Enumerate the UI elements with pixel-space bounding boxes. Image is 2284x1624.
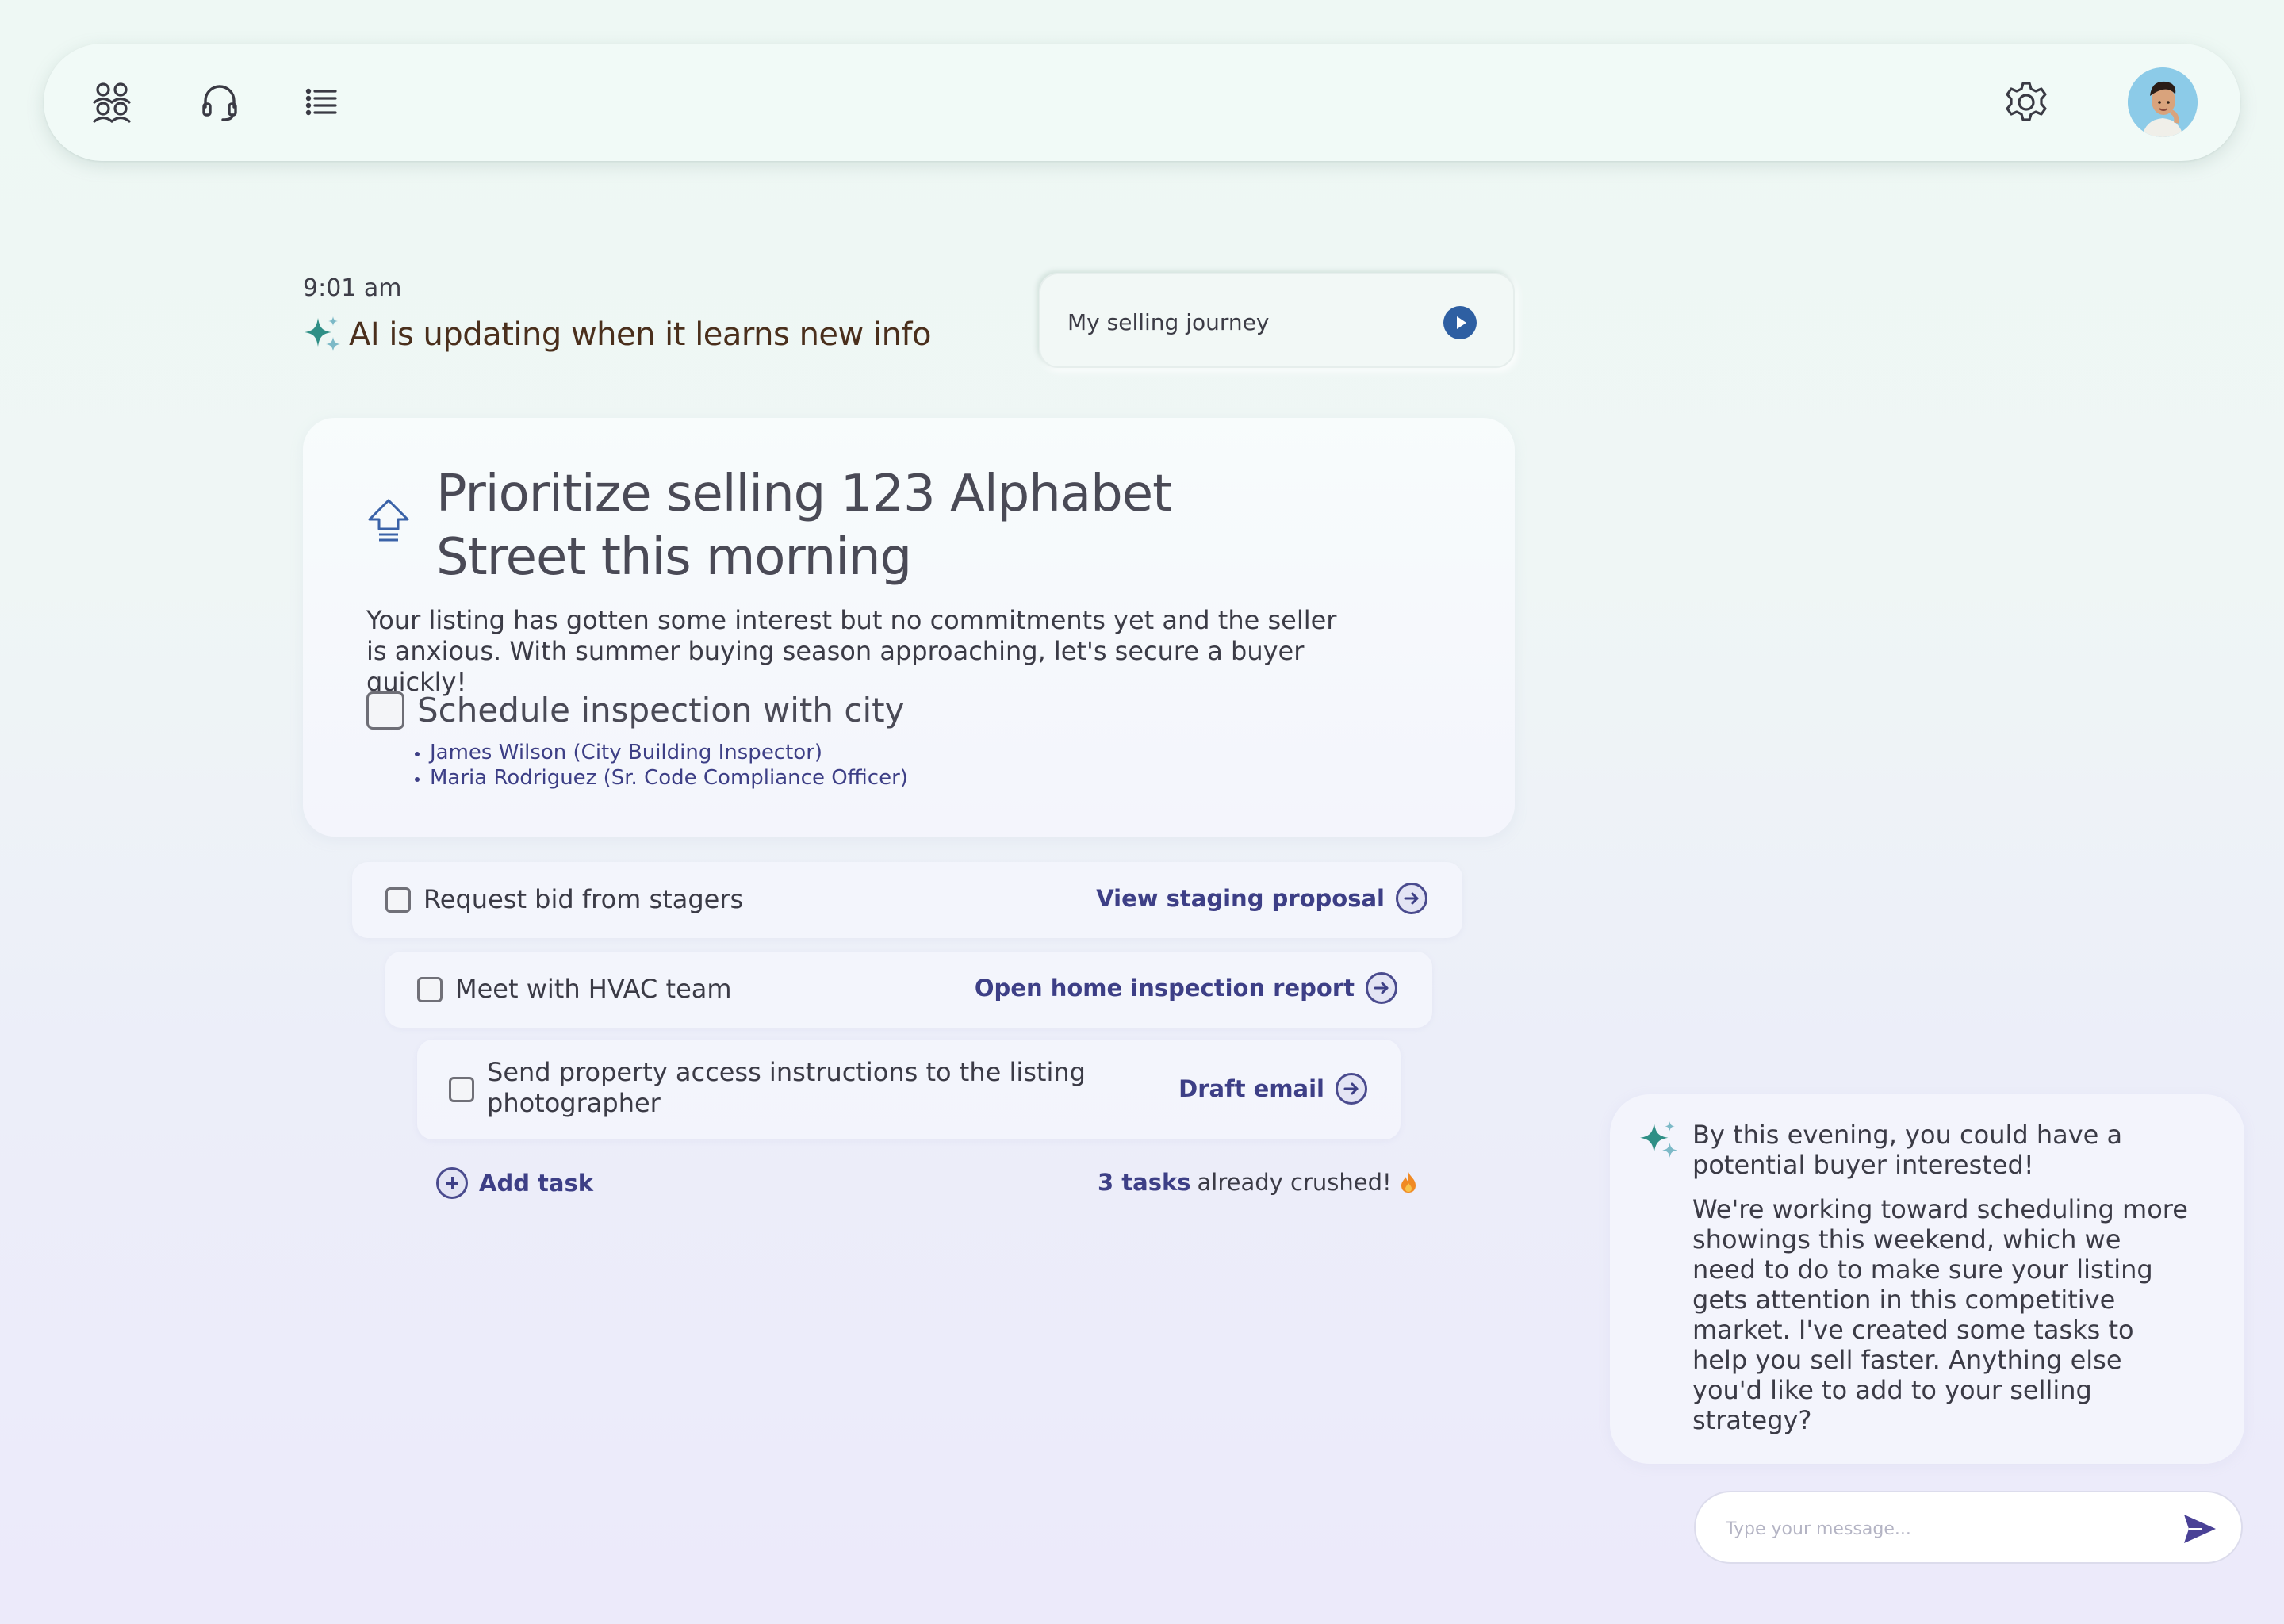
task-label: Request bid from stagers [423, 884, 744, 914]
draft-email-link[interactable]: Draft email [1178, 1073, 1367, 1105]
crushed-text: already crushed! [1197, 1169, 1392, 1196]
selling-journey-button[interactable]: My selling journey [1039, 273, 1515, 368]
selling-journey-label: My selling journey [1067, 309, 1270, 335]
sparkle-icon [1640, 1121, 1677, 1158]
add-task-button[interactable]: Add task [436, 1167, 593, 1199]
view-staging-proposal-link[interactable]: View staging proposal [1096, 883, 1428, 914]
priority-description: Your listing has gotten some interest bu… [366, 605, 1337, 697]
task-item: Meet with HVAC team Open home inspection… [385, 952, 1432, 1028]
avatar[interactable] [2128, 67, 2198, 137]
task-action-label: Draft email [1178, 1075, 1324, 1102]
task-checkbox[interactable] [385, 887, 411, 913]
contact-list: James Wilson (City Building Inspector) M… [406, 740, 908, 791]
people-icon[interactable] [88, 79, 136, 126]
task-checkbox[interactable] [449, 1077, 474, 1102]
assistant-body: We're working toward scheduling more sho… [1692, 1194, 2188, 1435]
play-icon[interactable] [1443, 306, 1477, 339]
priority-card: Prioritize selling 123 Alphabet Street t… [303, 418, 1515, 837]
task-label: Meet with HVAC team [455, 974, 732, 1004]
task-action-label: View staging proposal [1096, 885, 1385, 912]
ai-status: AI is updating when it learns new info [303, 314, 932, 355]
assistant-message: By this evening, you could have a potent… [1610, 1094, 2244, 1464]
message-composer [1694, 1491, 2243, 1564]
task-item: Request bid from stagers View staging pr… [352, 862, 1462, 938]
message-input[interactable] [1724, 1511, 2168, 1546]
task-checkbox[interactable] [417, 977, 443, 1002]
task-item: Send property access instructions to the… [417, 1040, 1401, 1139]
plus-icon [436, 1167, 468, 1199]
priority-title: Prioritize selling 123 Alphabet Street t… [436, 465, 1172, 587]
contact-item[interactable]: James Wilson (City Building Inspector) [430, 740, 908, 765]
headset-icon[interactable] [196, 79, 243, 126]
top-nav-bar [44, 44, 2240, 161]
gear-icon[interactable] [2002, 79, 2050, 126]
task-action-label: Open home inspection report [974, 975, 1355, 1002]
task-label: Send property access instructions to the… [487, 1057, 1086, 1118]
arrow-right-icon [1396, 883, 1428, 914]
send-icon[interactable] [2182, 1513, 2217, 1545]
contact-item[interactable]: Maria Rodriguez (Sr. Code Compliance Off… [430, 765, 908, 791]
arrow-right-icon [1336, 1073, 1367, 1105]
ai-status-text: AI is updating when it learns new info [349, 316, 932, 353]
assistant-headline: By this evening, you could have a potent… [1692, 1120, 2123, 1180]
primary-task: Schedule inspection with city [366, 691, 904, 730]
priority-up-icon [368, 499, 409, 542]
tasks-crushed-status: 3 tasks already crushed! [1098, 1169, 1419, 1196]
open-inspection-report-link[interactable]: Open home inspection report [975, 972, 1397, 1004]
current-time: 9:01 am [303, 274, 402, 302]
sparkle-icon [305, 316, 340, 351]
crushed-count: 3 tasks [1098, 1169, 1191, 1196]
fire-icon [1401, 1172, 1416, 1193]
arrow-right-icon [1366, 972, 1397, 1004]
primary-task-label: Schedule inspection with city [417, 691, 905, 730]
add-task-label: Add task [479, 1170, 594, 1197]
primary-task-checkbox[interactable] [366, 691, 404, 730]
list-icon[interactable] [297, 79, 345, 126]
